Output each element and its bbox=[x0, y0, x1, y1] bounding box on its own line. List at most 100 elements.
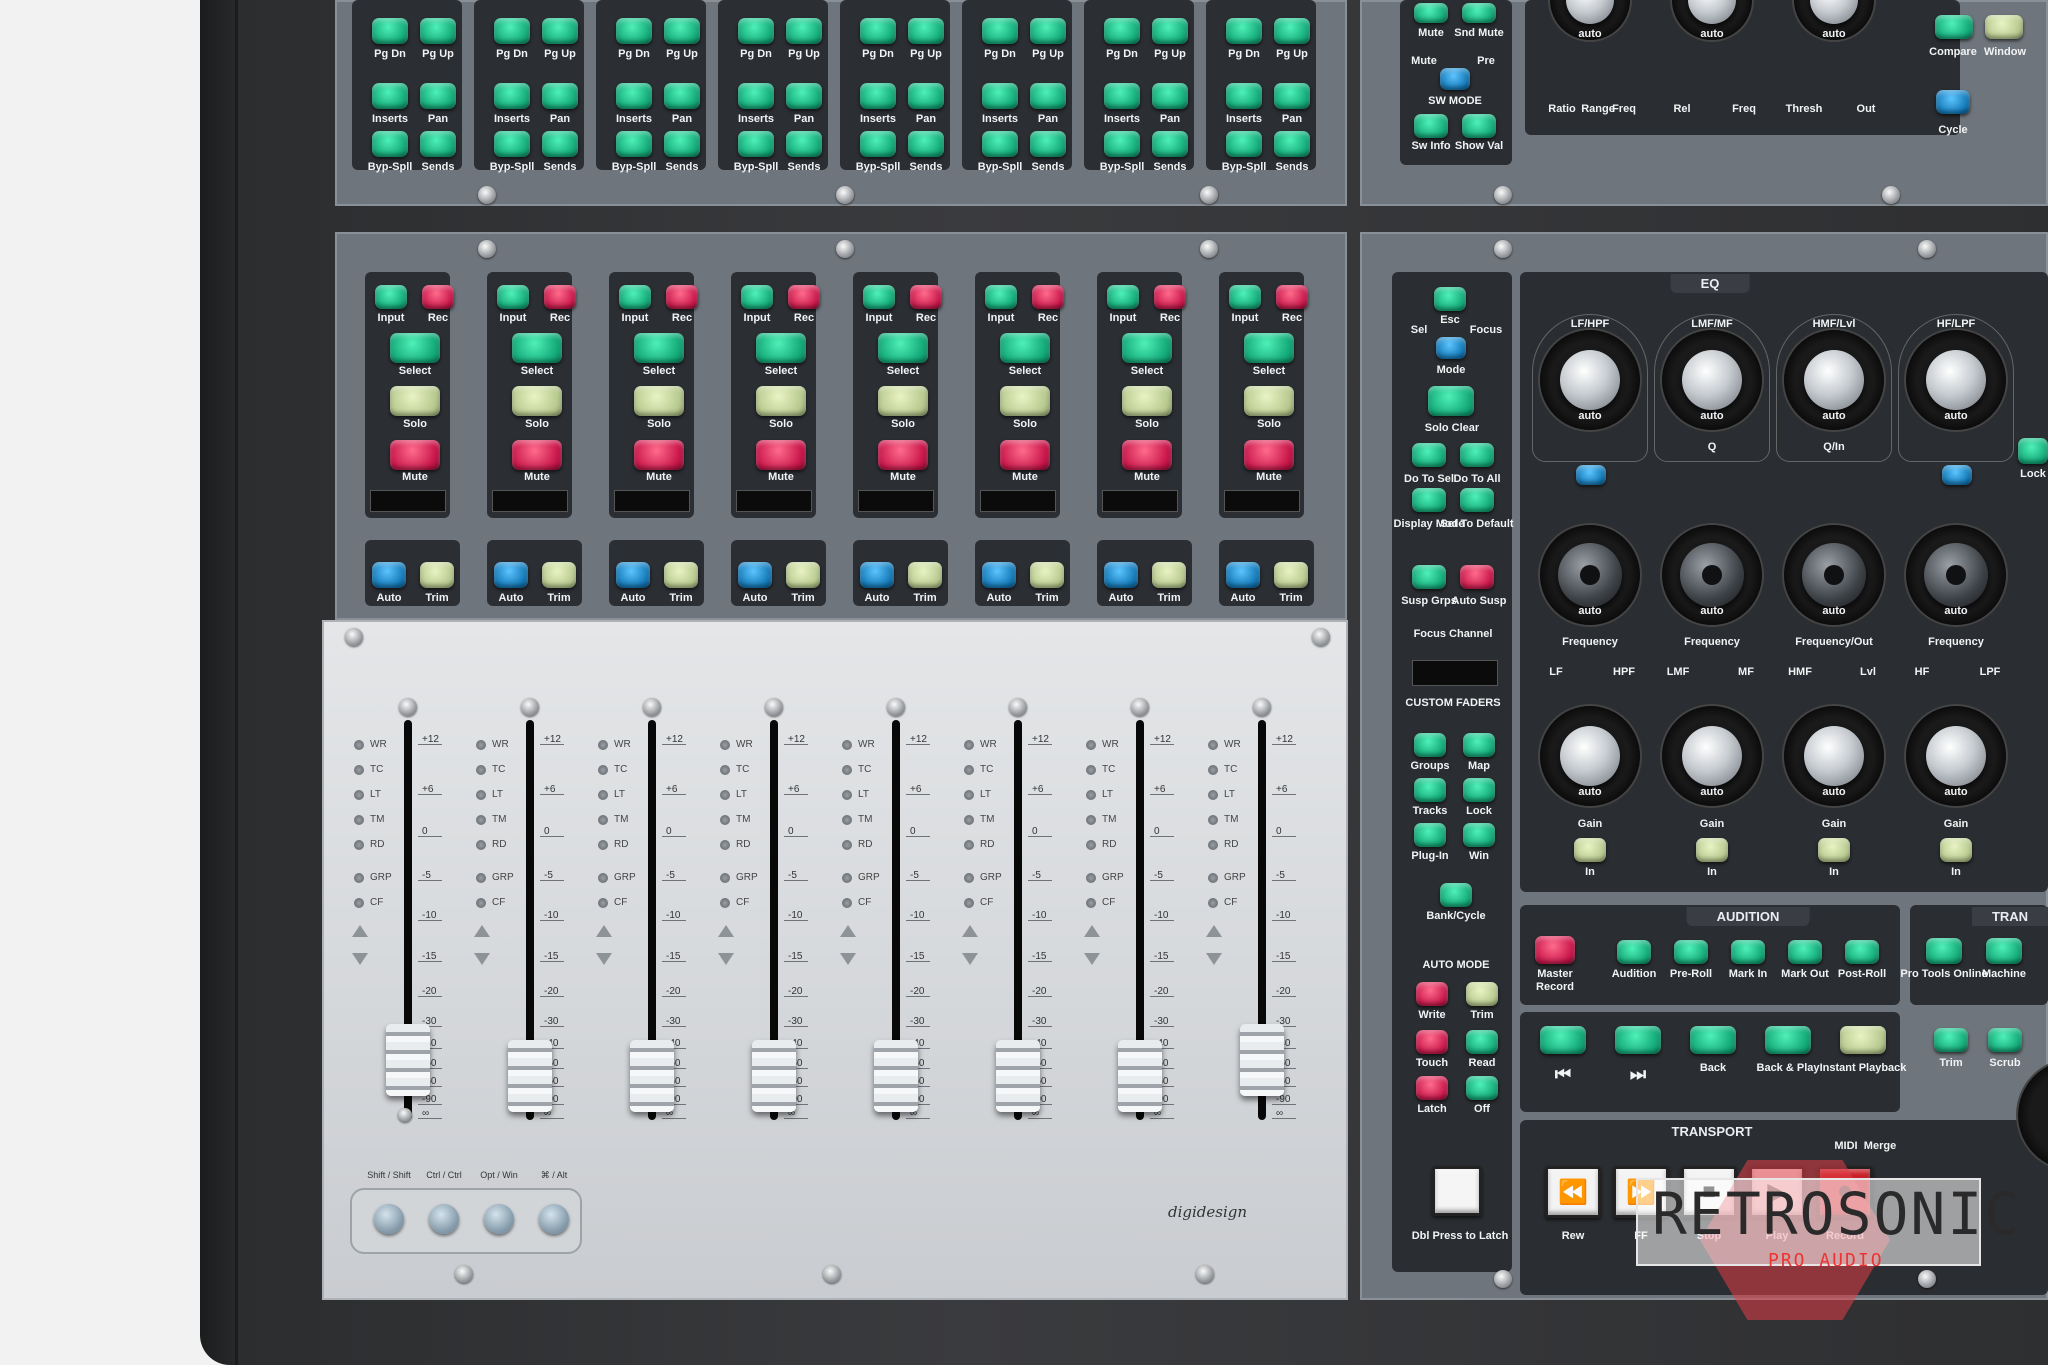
fader-cap[interactable] bbox=[752, 1040, 796, 1112]
eq-in-button[interactable] bbox=[1574, 838, 1606, 862]
mute-button[interactable] bbox=[1414, 3, 1448, 23]
dbl-press-latch-button[interactable] bbox=[1432, 1166, 1482, 1216]
solo-button[interactable] bbox=[512, 386, 562, 416]
input-button[interactable] bbox=[497, 285, 529, 309]
nudge-up-icon[interactable] bbox=[596, 925, 612, 937]
top-btn-sends[interactable] bbox=[1152, 131, 1188, 157]
select-button[interactable] bbox=[512, 333, 562, 363]
trim-button[interactable] bbox=[1030, 562, 1064, 588]
solo-button[interactable] bbox=[756, 386, 806, 416]
trim-button[interactable] bbox=[1274, 562, 1308, 588]
solo-button[interactable] bbox=[878, 386, 928, 416]
lock-button[interactable] bbox=[1463, 778, 1495, 802]
audition-button[interactable] bbox=[1617, 940, 1651, 964]
top-btn-sends[interactable] bbox=[1274, 131, 1310, 157]
rec-button[interactable] bbox=[1154, 285, 1186, 309]
input-button[interactable] bbox=[375, 285, 407, 309]
input-button[interactable] bbox=[985, 285, 1017, 309]
top-btn-byp-spll[interactable] bbox=[494, 131, 530, 157]
snd-mute-button[interactable] bbox=[1462, 3, 1496, 23]
solo-button[interactable] bbox=[1244, 386, 1294, 416]
top-btn-pg-dn[interactable] bbox=[738, 18, 774, 44]
gain-knob[interactable] bbox=[1804, 726, 1864, 786]
select-button[interactable] bbox=[390, 333, 440, 363]
auto-button[interactable] bbox=[1104, 562, 1138, 588]
top-btn-sends[interactable] bbox=[664, 131, 700, 157]
top-btn-byp-spll[interactable] bbox=[860, 131, 896, 157]
plug-in-button[interactable] bbox=[1414, 823, 1446, 847]
mode-button[interactable] bbox=[1436, 337, 1466, 359]
trim-button[interactable] bbox=[542, 562, 576, 588]
fader-cap[interactable] bbox=[630, 1040, 674, 1112]
top-btn-pg-up[interactable] bbox=[664, 18, 700, 44]
top-btn-inserts[interactable] bbox=[982, 83, 1018, 109]
select-button[interactable] bbox=[1244, 333, 1294, 363]
top-btn-inserts[interactable] bbox=[494, 83, 530, 109]
sw-info-button[interactable] bbox=[1414, 114, 1448, 138]
eq-in-button[interactable] bbox=[1696, 838, 1728, 862]
solo-clear-button[interactable] bbox=[1428, 386, 1474, 416]
mark-in-button[interactable] bbox=[1731, 940, 1765, 964]
top-btn-pan[interactable] bbox=[1274, 83, 1310, 109]
top-btn-pan[interactable] bbox=[542, 83, 578, 109]
eq-knob[interactable] bbox=[1804, 350, 1864, 410]
top-btn-pg-up[interactable] bbox=[420, 18, 456, 44]
groups-button[interactable] bbox=[1414, 733, 1446, 757]
post-roll-button[interactable] bbox=[1845, 940, 1879, 964]
forward-to-end-button[interactable] bbox=[1615, 1026, 1661, 1054]
fader-cap[interactable] bbox=[1118, 1040, 1162, 1112]
nudge-up-icon[interactable] bbox=[352, 925, 368, 937]
select-button[interactable] bbox=[1122, 333, 1172, 363]
display-mode-button[interactable] bbox=[1412, 488, 1446, 512]
nudge-down-icon[interactable] bbox=[1084, 953, 1100, 965]
lf-shape-button[interactable] bbox=[1576, 465, 1606, 485]
top-btn-pg-dn[interactable] bbox=[616, 18, 652, 44]
nudge-up-icon[interactable] bbox=[962, 925, 978, 937]
mute-button[interactable] bbox=[1122, 440, 1172, 470]
nudge-up-icon[interactable] bbox=[474, 925, 490, 937]
top-btn-pg-up[interactable] bbox=[1152, 18, 1188, 44]
do-to-all-button[interactable] bbox=[1460, 443, 1494, 467]
top-btn-pg-dn[interactable] bbox=[860, 18, 896, 44]
trim-button[interactable] bbox=[420, 562, 454, 588]
latch-button[interactable] bbox=[1416, 1076, 1448, 1100]
auto-button[interactable] bbox=[616, 562, 650, 588]
top-btn-pan[interactable] bbox=[420, 83, 456, 109]
off-button[interactable] bbox=[1466, 1076, 1498, 1100]
rec-button[interactable] bbox=[422, 285, 454, 309]
top-btn-pg-up[interactable] bbox=[1030, 18, 1066, 44]
bank-cycle-button[interactable] bbox=[1440, 883, 1472, 907]
trim-button[interactable] bbox=[908, 562, 942, 588]
top-btn-pan[interactable] bbox=[908, 83, 944, 109]
fader-cap[interactable] bbox=[874, 1040, 918, 1112]
eq-knob[interactable] bbox=[1682, 350, 1742, 410]
auto-susp-button[interactable] bbox=[1460, 565, 1494, 589]
input-button[interactable] bbox=[1107, 285, 1139, 309]
top-btn-pg-up[interactable] bbox=[786, 18, 822, 44]
input-button[interactable] bbox=[1229, 285, 1261, 309]
mute-button[interactable] bbox=[756, 440, 806, 470]
mute-button[interactable] bbox=[634, 440, 684, 470]
top-btn-sends[interactable] bbox=[786, 131, 822, 157]
rec-button[interactable] bbox=[666, 285, 698, 309]
rec-button[interactable] bbox=[788, 285, 820, 309]
top-btn-pan[interactable] bbox=[664, 83, 700, 109]
trim-button[interactable] bbox=[1934, 1028, 1968, 1052]
modifier-opt-win-button[interactable] bbox=[484, 1204, 514, 1234]
fader-cap[interactable] bbox=[996, 1040, 1040, 1112]
touch-button[interactable] bbox=[1416, 1030, 1448, 1054]
rec-button[interactable] bbox=[544, 285, 576, 309]
nudge-down-icon[interactable] bbox=[596, 953, 612, 965]
window-button[interactable] bbox=[1985, 15, 2023, 39]
rec-button[interactable] bbox=[1032, 285, 1064, 309]
gain-knob[interactable] bbox=[1560, 726, 1620, 786]
back-play-button[interactable] bbox=[1765, 1026, 1811, 1054]
top-btn-pg-dn[interactable] bbox=[1226, 18, 1262, 44]
susp-grps-button[interactable] bbox=[1412, 565, 1446, 589]
auto-button[interactable] bbox=[1226, 562, 1260, 588]
trim-button[interactable] bbox=[1152, 562, 1186, 588]
set-to-default-button[interactable] bbox=[1460, 488, 1494, 512]
eq-knob[interactable] bbox=[1560, 350, 1620, 410]
rewind-to-start-button[interactable] bbox=[1540, 1026, 1586, 1054]
pro-tools-online-button[interactable] bbox=[1926, 938, 1962, 964]
